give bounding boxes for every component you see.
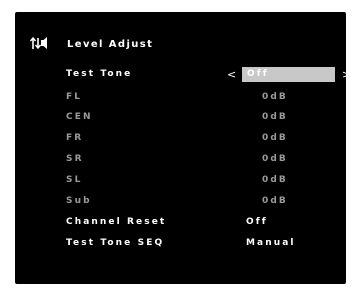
menu-item-value: Manual bbox=[246, 238, 296, 248]
menu-item-label: Sub bbox=[66, 196, 92, 206]
menu-item-sl[interactable]: SL 0dB bbox=[66, 172, 346, 190]
menu-item-value: 0dB bbox=[262, 175, 288, 185]
menu-item-test-tone[interactable]: Test Tone < Off > bbox=[66, 66, 351, 84]
menu-item-value: 0dB bbox=[262, 92, 288, 102]
menu-item-label: SL bbox=[66, 175, 83, 185]
menu-item-label: FL bbox=[66, 92, 83, 102]
menu-item-value: Off bbox=[247, 69, 269, 79]
chevron-right-icon[interactable]: > bbox=[342, 68, 351, 81]
selected-value-box[interactable]: Off bbox=[242, 67, 335, 82]
menu-item-fr[interactable]: FR 0dB bbox=[66, 130, 346, 148]
menu-item-label: Test Tone bbox=[66, 69, 133, 79]
menu-item-value: 0dB bbox=[262, 196, 288, 206]
menu-item-label: SR bbox=[66, 154, 84, 164]
menu-item-label: Channel Reset bbox=[66, 217, 167, 227]
menu-item-value: Off bbox=[246, 217, 268, 227]
menu-item-label: Test Tone SEQ bbox=[66, 238, 165, 248]
menu-item-fl[interactable]: FL 0dB bbox=[66, 89, 346, 107]
menu-item-label: FR bbox=[66, 133, 84, 143]
level-adjust-icon bbox=[30, 36, 47, 50]
page-title: Level Adjust bbox=[67, 39, 154, 50]
menu-item-test-tone-seq[interactable]: Test Tone SEQ Manual bbox=[66, 235, 346, 253]
menu-item-channel-reset[interactable]: Channel Reset Off bbox=[66, 214, 346, 232]
menu-item-value: 0dB bbox=[262, 112, 288, 122]
menu-item-sr[interactable]: SR 0dB bbox=[66, 151, 346, 169]
menu-item-label: CEN bbox=[66, 112, 93, 122]
chevron-left-icon[interactable]: < bbox=[227, 68, 236, 81]
menu-item-value: 0dB bbox=[262, 133, 288, 143]
menu-item-cen[interactable]: CEN 0dB bbox=[66, 109, 346, 127]
menu-item-sub[interactable]: Sub 0dB bbox=[66, 193, 346, 211]
menu-item-value: 0dB bbox=[262, 154, 288, 164]
